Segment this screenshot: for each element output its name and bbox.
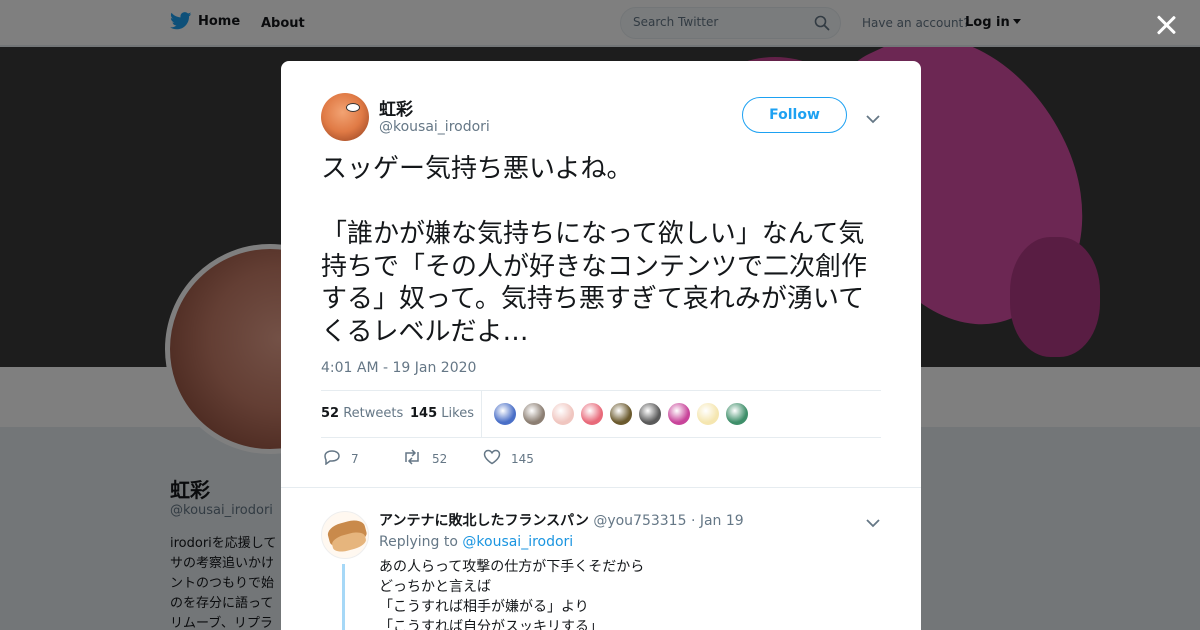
liker-avatars bbox=[493, 402, 749, 426]
reply-date[interactable]: Jan 19 bbox=[700, 513, 744, 529]
liker-avatar[interactable] bbox=[580, 402, 604, 426]
likes-label: Likes bbox=[441, 406, 474, 421]
retweet-count: 52 bbox=[432, 451, 448, 466]
replying-prefix: Replying to bbox=[379, 534, 458, 550]
chevron-down-icon[interactable] bbox=[866, 513, 880, 528]
follow-button[interactable]: Follow bbox=[742, 97, 847, 133]
tweet-modal: 虹彩 @kousai_irodori Follow スッゲー気持ち悪いよね。 「… bbox=[281, 61, 921, 630]
separator: · bbox=[690, 513, 696, 529]
reply-button[interactable]: 7 bbox=[323, 449, 359, 468]
tweet-timestamp[interactable]: 4:01 AM - 19 Jan 2020 bbox=[321, 360, 476, 376]
like-count: 145 bbox=[511, 451, 534, 466]
reply-author-avatar[interactable] bbox=[321, 511, 369, 559]
reply-author-name[interactable]: アンテナに敗北したフランスパン bbox=[379, 513, 589, 529]
liker-avatar[interactable] bbox=[696, 402, 720, 426]
liker-avatar[interactable] bbox=[609, 402, 633, 426]
likes-stat[interactable]: 145 Likes bbox=[410, 406, 474, 421]
tweet-text: スッゲー気持ち悪いよね。 「誰かが嫌な気持ちになって欲しい」なんて気持ちで「その… bbox=[321, 154, 868, 347]
tweet-author-avatar[interactable] bbox=[321, 93, 369, 141]
heart-icon bbox=[483, 449, 501, 468]
reply-author-handle[interactable]: @you753315 bbox=[593, 513, 686, 529]
likes-count: 145 bbox=[410, 406, 438, 421]
tweet-actions: 7 52 145 bbox=[321, 449, 621, 473]
retweets-stat[interactable]: 52 Retweets bbox=[321, 406, 403, 421]
thread-line bbox=[342, 564, 345, 630]
reply-icon bbox=[323, 449, 341, 468]
chevron-down-icon[interactable] bbox=[866, 109, 880, 124]
liker-avatar[interactable] bbox=[667, 402, 691, 426]
tweet-author-handle[interactable]: @kousai_irodori bbox=[379, 119, 490, 135]
reply-count: 7 bbox=[351, 451, 359, 466]
tweet-author-name[interactable]: 虹彩 bbox=[379, 95, 413, 120]
liker-avatar[interactable] bbox=[725, 402, 749, 426]
liker-avatar[interactable] bbox=[638, 402, 662, 426]
divider bbox=[481, 391, 482, 437]
avatar-detail bbox=[346, 103, 360, 112]
retweet-button[interactable]: 52 bbox=[402, 449, 447, 468]
retweets-label: Retweets bbox=[343, 406, 404, 421]
tweet-stats: 52 Retweets 145 Likes bbox=[321, 390, 881, 438]
reply-text: あの人らって攻撃の仕方が下手くそだから どっちかと言えば 「こうすれば相手が嫌が… bbox=[379, 559, 645, 630]
divider bbox=[281, 487, 921, 497]
liker-avatar[interactable] bbox=[522, 402, 546, 426]
replying-to: Replying to @kousai_irodori bbox=[379, 534, 573, 550]
retweets-count: 52 bbox=[321, 406, 340, 421]
liker-avatar[interactable] bbox=[551, 402, 575, 426]
close-icon[interactable] bbox=[1153, 12, 1179, 38]
reply-header: アンテナに敗北したフランスパン @you753315 · Jan 19 bbox=[379, 510, 744, 530]
retweet-icon bbox=[402, 449, 422, 468]
like-button[interactable]: 145 bbox=[483, 449, 534, 468]
replying-to-link[interactable]: @kousai_irodori bbox=[462, 534, 573, 550]
liker-avatar[interactable] bbox=[493, 402, 517, 426]
